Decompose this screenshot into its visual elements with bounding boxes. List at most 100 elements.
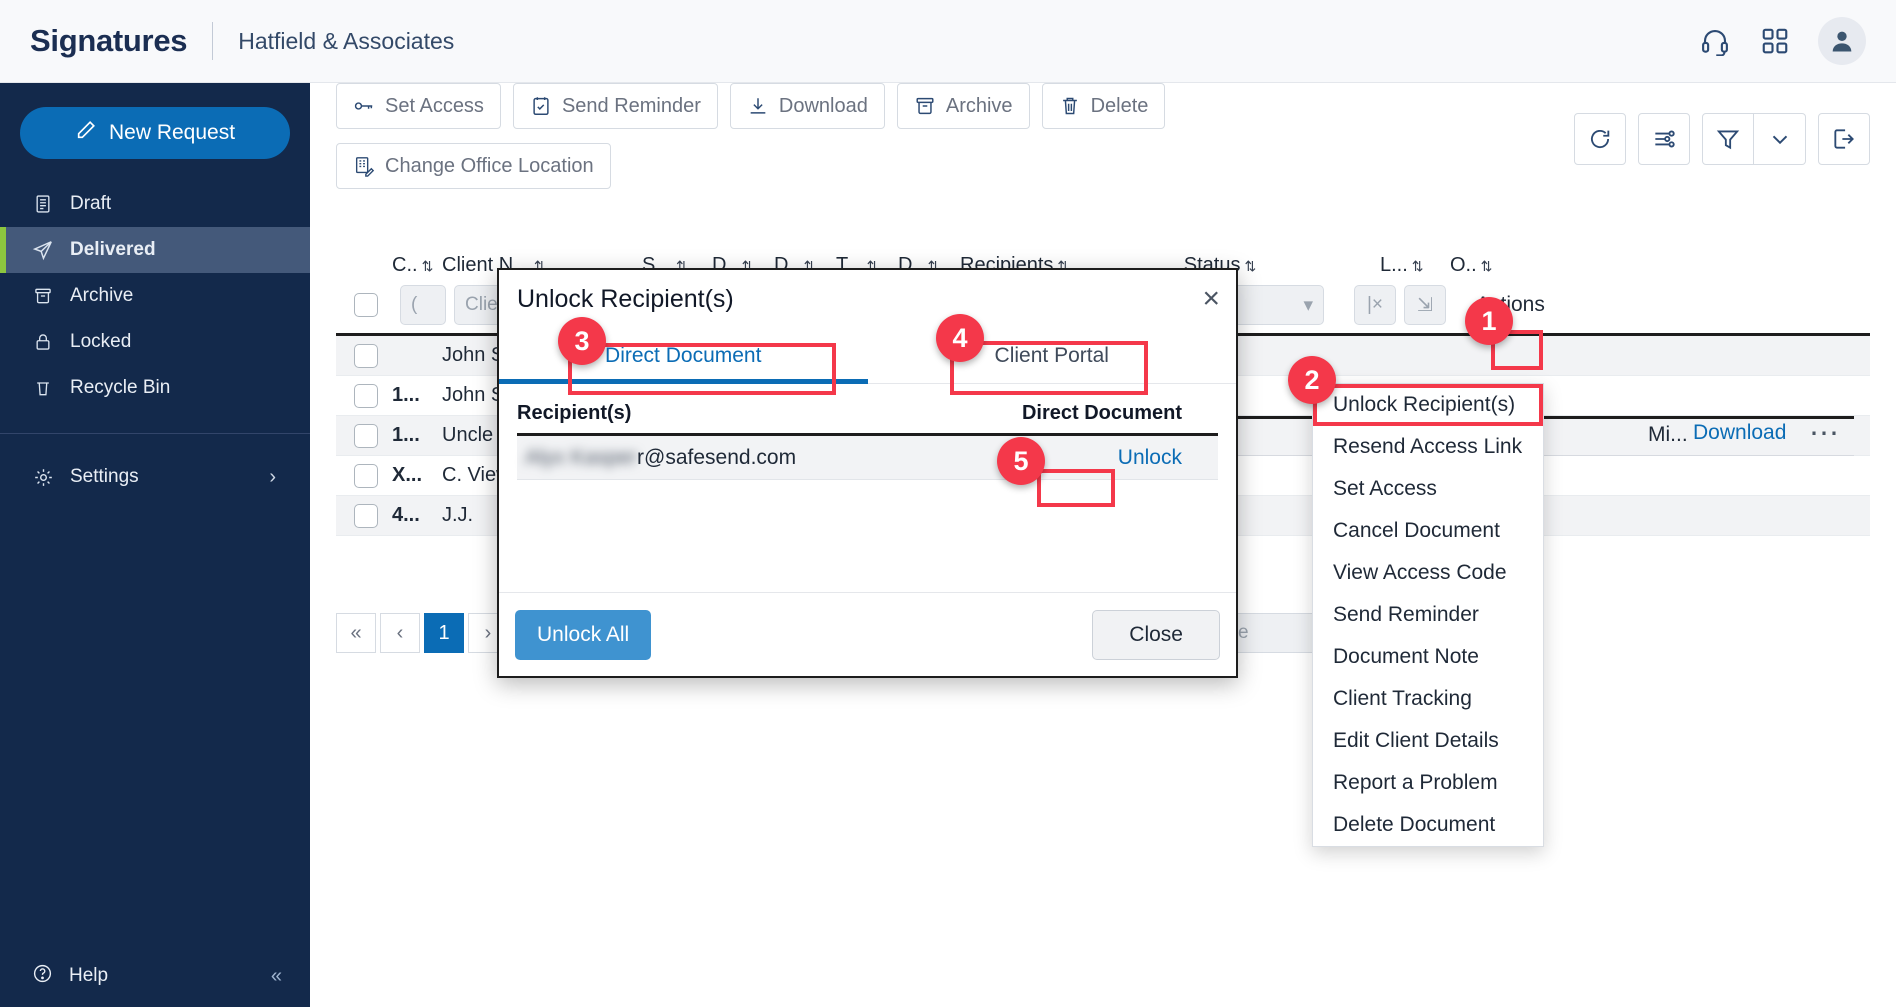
lock-icon	[32, 332, 54, 352]
download-icon	[747, 95, 769, 117]
column-header-l[interactable]: L... ⇅	[1380, 254, 1450, 277]
action-column-label: Direct Document	[1021, 402, 1182, 424]
sidebar: New Request Draft Delivered Archive Lock…	[0, 83, 310, 1007]
close-button[interactable]: Close	[1092, 609, 1220, 660]
pencil-icon	[75, 119, 97, 147]
set-access-button[interactable]: Set Access	[336, 83, 501, 129]
sidebar-item-label: Draft	[70, 193, 112, 214]
row-checkbox[interactable]	[354, 503, 378, 528]
row-id: 4...	[392, 504, 420, 526]
send-icon	[32, 239, 54, 261]
menu-item-client-tracking[interactable]: Client Tracking	[1313, 678, 1543, 720]
sidebar-item-label: Help	[69, 965, 109, 986]
button-label: Delete	[1090, 94, 1149, 117]
tab-direct-document[interactable]: Direct Document	[499, 328, 868, 384]
sidebar-item-delivered[interactable]: Delivered	[0, 227, 310, 273]
recipients-column-label: Recipient(s)	[517, 402, 632, 424]
row-checkbox[interactable]	[354, 383, 378, 408]
row-checkbox[interactable]	[354, 343, 378, 368]
row-checkbox[interactable]	[354, 463, 378, 488]
column-settings-icon[interactable]	[1638, 113, 1690, 165]
delete-button[interactable]: Delete	[1041, 83, 1166, 129]
menu-item-view-access-code[interactable]: View Access Code	[1313, 552, 1543, 594]
chevron-down-icon[interactable]	[1754, 113, 1806, 165]
change-office-location-button[interactable]: Change Office Location	[336, 143, 611, 189]
sidebar-item-label: Settings	[70, 466, 139, 487]
menu-item-document-note[interactable]: Document Note	[1313, 636, 1543, 678]
tab-client-portal[interactable]: Client Portal	[868, 328, 1237, 383]
refresh-group	[1574, 113, 1626, 165]
ellipsis-menu-button[interactable]: ⋯	[1803, 415, 1847, 451]
recipient-email-masked: Alyx Kasper	[525, 445, 638, 469]
archive-button[interactable]: Archive	[896, 83, 1030, 129]
column-header-o[interactable]: O.. ⇅	[1450, 254, 1520, 277]
sidebar-item-settings[interactable]: Settings ›	[0, 454, 310, 500]
dialog-footer: Unlock All Close	[499, 592, 1236, 676]
new-request-button[interactable]: New Request	[20, 107, 290, 159]
refresh-icon[interactable]	[1574, 113, 1626, 165]
sidebar-item-label: Recycle Bin	[70, 377, 171, 398]
unlock-link[interactable]: Unlock	[1118, 446, 1210, 470]
page-first-button[interactable]: «	[336, 613, 376, 653]
menu-item-resend-access-link[interactable]: Resend Access Link	[1313, 426, 1543, 468]
gear-icon	[32, 467, 54, 488]
filter-icon[interactable]	[1702, 113, 1754, 165]
sidebar-item-archive[interactable]: Archive	[0, 273, 310, 319]
chevron-down-icon: ▾	[1303, 294, 1313, 316]
user-avatar-icon[interactable]	[1818, 17, 1866, 65]
dialog-title: Unlock Recipient(s)	[517, 284, 734, 313]
dialog-tabs: Direct Document Client Portal	[499, 328, 1236, 384]
page-number-button[interactable]: 1	[424, 613, 464, 653]
brand-divider	[212, 22, 214, 60]
apps-grid-icon[interactable]	[1758, 24, 1792, 58]
menu-item-set-access[interactable]: Set Access	[1313, 468, 1543, 510]
sidebar-item-help[interactable]: Help «	[0, 945, 310, 1007]
page-prev-button[interactable]: ‹	[380, 613, 420, 653]
send-reminder-button[interactable]: Send Reminder	[512, 83, 718, 129]
sidebar-item-draft[interactable]: Draft	[0, 181, 310, 227]
close-icon[interactable]: ×	[1202, 284, 1220, 314]
collapse-sidebar-icon[interactable]: «	[271, 965, 310, 988]
sidebar-divider	[0, 433, 310, 434]
filter-c-input[interactable]: (	[400, 285, 446, 325]
column-header-c[interactable]: C.. ⇅	[392, 254, 442, 277]
menu-item-cancel-document[interactable]: Cancel Document	[1313, 510, 1543, 552]
row-id: 1...	[392, 384, 420, 406]
menu-item-send-reminder[interactable]: Send Reminder	[1313, 594, 1543, 636]
sidebar-item-recycle-bin[interactable]: Recycle Bin	[0, 365, 310, 411]
menu-item-unlock-recipients[interactable]: Unlock Recipient(s)	[1313, 384, 1543, 426]
unlock-all-button[interactable]: Unlock All	[515, 609, 652, 660]
button-label: Archive	[945, 94, 1013, 117]
help-circle-icon	[32, 963, 53, 990]
row-context-menu: Unlock Recipient(s) Resend Access Link S…	[1312, 383, 1544, 847]
filter-o-input[interactable]: ⇲	[1404, 285, 1446, 325]
row-checkbox[interactable]	[354, 423, 378, 448]
menu-item-report-a-problem[interactable]: Report a Problem	[1313, 762, 1543, 804]
filter-group	[1702, 113, 1806, 165]
export-icon[interactable]	[1818, 113, 1870, 165]
sort-icon: ⇅	[1244, 257, 1257, 274]
action-toolbar: Set Access Send Reminder Download Archiv…	[336, 83, 1336, 189]
annotation-badge-5: 5	[997, 437, 1045, 485]
sidebar-item-label: Locked	[70, 331, 132, 352]
annotation-badge-4: 4	[936, 314, 984, 362]
sort-icon: ⇅	[1480, 257, 1493, 274]
menu-item-delete-document[interactable]: Delete Document	[1313, 804, 1543, 846]
row-download-link[interactable]: Download	[1693, 421, 1786, 445]
sidebar-footer: Help «	[0, 945, 310, 1007]
download-button[interactable]: Download	[729, 83, 885, 129]
button-label: Download	[778, 94, 868, 117]
top-header-bar: Signatures Hatfield & Associates	[0, 0, 1896, 83]
sidebar-item-locked[interactable]: Locked	[0, 319, 310, 365]
button-label: Send Reminder	[561, 94, 701, 117]
unlock-recipients-dialog: Unlock Recipient(s) × Direct Document Cl…	[497, 268, 1238, 678]
filter-l-input[interactable]: |×	[1354, 285, 1396, 325]
header-actions	[1698, 17, 1896, 65]
organization-name: Hatfield & Associates	[238, 27, 455, 54]
headset-icon[interactable]	[1698, 24, 1732, 58]
select-all-checkbox[interactable]	[354, 293, 378, 317]
reminder-icon	[530, 95, 552, 117]
annotation-badge-2: 2	[1288, 356, 1336, 404]
menu-item-edit-client-details[interactable]: Edit Client Details	[1313, 720, 1543, 762]
column-settings-group	[1638, 113, 1690, 165]
